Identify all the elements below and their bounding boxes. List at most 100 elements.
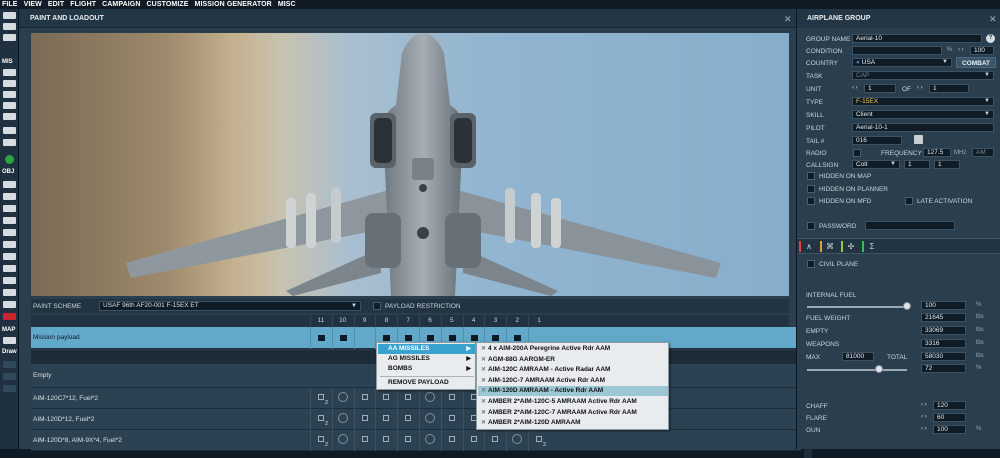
airplane-icon[interactable] bbox=[3, 181, 16, 188]
loadout-station-cell[interactable] bbox=[375, 388, 396, 409]
mission-station-cell[interactable] bbox=[353, 327, 375, 349]
loadout-row[interactable]: AIM-120D*12, Fuel*222 bbox=[31, 409, 801, 430]
gun-stepper-icon[interactable]: ‹ › bbox=[921, 426, 927, 432]
paint-scheme-select[interactable]: USAF 96th AF20-001 F-15EX ET ▼ bbox=[99, 301, 361, 311]
unit-stepper-icon[interactable]: ‹ › bbox=[852, 85, 858, 91]
tab-route[interactable]: ∧ bbox=[799, 240, 819, 253]
loadout-station-cell[interactable] bbox=[375, 409, 396, 430]
goals-icon[interactable] bbox=[3, 113, 16, 120]
of-stepper-icon[interactable]: ‹ › bbox=[917, 85, 923, 91]
frequency-input[interactable]: 127.5 bbox=[923, 148, 951, 157]
loadout-station-cell[interactable] bbox=[353, 388, 375, 409]
loadout-station-cell[interactable] bbox=[484, 430, 505, 451]
chaff-input[interactable]: 120 bbox=[933, 401, 966, 410]
late-activation-checkbox[interactable] bbox=[905, 197, 913, 205]
unit-input[interactable]: 1 bbox=[864, 84, 896, 93]
group-name-input[interactable]: Aerial-10 bbox=[852, 34, 982, 43]
menu-item-bombs[interactable]: BOMBS ▶ bbox=[378, 364, 475, 374]
tool-slot-icon[interactable] bbox=[3, 361, 16, 368]
task-select[interactable]: CAP ▼ bbox=[852, 71, 994, 80]
menu-customize[interactable]: CUSTOMIZE bbox=[147, 1, 189, 8]
loadout-station-cell[interactable]: 2 bbox=[310, 388, 331, 409]
new-mission-icon[interactable] bbox=[3, 12, 16, 19]
menu-item-remove-payload[interactable]: REMOVE PAYLOAD bbox=[378, 378, 475, 388]
loadout-station-cell[interactable] bbox=[419, 388, 440, 409]
loadout-station-cell[interactable]: 2 bbox=[310, 430, 331, 451]
loadout-station-cell[interactable] bbox=[440, 430, 462, 451]
callsign-number-1[interactable]: 1 bbox=[904, 160, 930, 169]
bullseye-icon[interactable] bbox=[3, 289, 16, 296]
radio-checkbox[interactable] bbox=[853, 149, 861, 157]
submenu-item[interactable]: ✕ AIM-120C AMRAAM - Active Radar AAM bbox=[478, 365, 668, 375]
navigation-point-icon[interactable] bbox=[3, 277, 16, 284]
submenu-item[interactable]: ✕ 4 x AIM-200A Peregrine Active Rdr AAM bbox=[478, 344, 668, 354]
loadout-station-cell[interactable] bbox=[353, 409, 375, 430]
gun-input[interactable]: 100 bbox=[933, 425, 966, 434]
tab-payload[interactable]: ⌘ bbox=[820, 240, 840, 253]
check-icon[interactable] bbox=[3, 127, 16, 134]
internal-fuel-slider[interactable] bbox=[807, 306, 907, 308]
briefing-icon[interactable] bbox=[3, 139, 16, 146]
tab-actions[interactable]: ✣ bbox=[841, 240, 861, 253]
fly-icon[interactable] bbox=[5, 155, 14, 164]
loadout-station-cell[interactable] bbox=[419, 430, 440, 451]
callsign-number-2[interactable]: 1 bbox=[934, 160, 960, 169]
tab-summary[interactable]: Σ bbox=[862, 240, 882, 253]
loadout-station-cell[interactable] bbox=[397, 388, 418, 409]
loadout-station-cell[interactable] bbox=[419, 409, 440, 430]
loadout-station-cell[interactable] bbox=[331, 388, 353, 409]
menu-item-ag-missiles[interactable]: AG MISSILES ▶ bbox=[378, 354, 475, 364]
mission-station-cell[interactable] bbox=[310, 327, 331, 349]
loadout-station-cell[interactable] bbox=[353, 430, 375, 451]
tail-input[interactable]: 016 bbox=[852, 136, 902, 145]
menu-item-aa-missiles[interactable]: AA MISSILES ▶ bbox=[378, 344, 475, 354]
stepper-arrows-icon[interactable]: ‹ › bbox=[958, 47, 964, 53]
pilot-input[interactable]: Aerial-10-1 bbox=[852, 123, 994, 132]
submenu-item[interactable]: ✕ AMBER 2*AIM-120D AMRAAM bbox=[478, 418, 668, 428]
weather-icon[interactable] bbox=[3, 69, 16, 76]
tool-slot-icon[interactable] bbox=[3, 385, 16, 392]
menu-misc[interactable]: MISC bbox=[278, 1, 296, 8]
loadout-station-cell[interactable] bbox=[506, 430, 527, 451]
unit-count-input[interactable]: 1 bbox=[929, 84, 969, 93]
internal-fuel-input[interactable]: 100 bbox=[921, 301, 966, 310]
draw-label[interactable]: Draw bbox=[2, 349, 17, 355]
flare-stepper-icon[interactable]: ‹ › bbox=[921, 414, 927, 420]
skill-select[interactable]: Client ▼ bbox=[852, 110, 994, 119]
payload-restriction-toggle[interactable]: PAYLOAD RESTRICTION bbox=[373, 302, 461, 310]
menu-edit[interactable]: EDIT bbox=[48, 1, 64, 8]
trigger-icon[interactable] bbox=[3, 102, 16, 109]
menu-campaign[interactable]: CAMPAIGN bbox=[102, 1, 140, 8]
zone-icon[interactable] bbox=[3, 253, 16, 260]
submenu-item[interactable]: ✕ AIM-120C-7 AMRAAM Active Rdr AAM bbox=[478, 376, 668, 386]
delete-icon[interactable] bbox=[3, 313, 16, 320]
close-icon[interactable]: ✕ bbox=[784, 14, 792, 25]
loadout-station-cell[interactable] bbox=[397, 409, 418, 430]
condition-input[interactable]: 100 bbox=[970, 46, 994, 55]
copy-tail-icon[interactable] bbox=[914, 135, 923, 144]
menu-file[interactable]: FILE bbox=[2, 1, 18, 8]
combat-button[interactable]: COMBAT bbox=[956, 57, 996, 68]
submenu-item[interactable]: ✕ AMBER 2*AIM-120C-7 AMRAAM Active Rdr AA… bbox=[478, 408, 668, 418]
ground-unit-icon[interactable] bbox=[3, 205, 16, 212]
password-checkbox[interactable] bbox=[807, 222, 815, 230]
menu-flight[interactable]: FLIGHT bbox=[70, 1, 96, 8]
country-select[interactable]: ● USA ▼ bbox=[852, 58, 952, 67]
help-icon[interactable]: ? bbox=[986, 34, 995, 43]
route-icon[interactable] bbox=[3, 91, 16, 98]
type-select[interactable]: F-15EX ▼ bbox=[852, 97, 994, 106]
loadout-station-cell[interactable] bbox=[440, 409, 462, 430]
menu-view[interactable]: VIEW bbox=[24, 1, 42, 8]
tool-slot-icon[interactable] bbox=[3, 373, 16, 380]
loadout-station-cell[interactable] bbox=[462, 430, 484, 451]
hidden-map-checkbox[interactable] bbox=[807, 172, 815, 180]
hidden-planner-checkbox[interactable] bbox=[807, 185, 815, 193]
internal-fuel-slider-knob[interactable] bbox=[903, 302, 911, 310]
callsign-select[interactable]: Colt ▼ bbox=[852, 160, 900, 169]
measure-icon[interactable] bbox=[3, 301, 16, 308]
loadout-station-cell[interactable] bbox=[331, 409, 353, 430]
civil-plane-checkbox[interactable] bbox=[807, 260, 815, 268]
submenu-item[interactable]: ✕ AMBER 2*AIM-120C-5 AMRAAM Active Rdr AA… bbox=[478, 397, 668, 407]
loadout-row[interactable]: AIM-120C7*12, Fuel*222 bbox=[31, 388, 801, 409]
save-mission-icon[interactable] bbox=[3, 34, 16, 41]
